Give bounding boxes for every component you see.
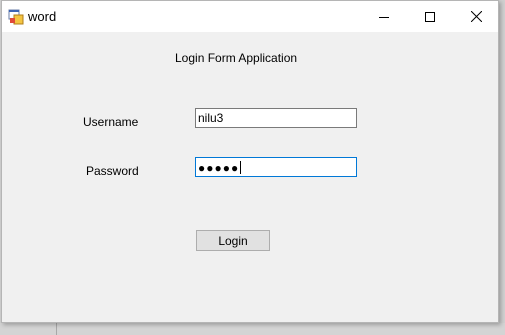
background-divider [56,323,57,335]
app-icon [8,9,24,25]
title-bar[interactable]: word [2,1,498,32]
window-title: word [28,9,57,24]
password-masked-value: ●●●●● [198,160,240,175]
text-caret [240,161,242,175]
login-window: word Login Form Application Username nil… [1,0,499,323]
desktop-background [0,323,505,335]
minimize-icon [379,16,389,18]
username-label: Username [83,115,139,129]
close-button[interactable] [453,1,499,32]
maximize-button[interactable] [407,1,453,32]
username-input[interactable]: nilu3 [195,108,357,128]
login-button[interactable]: Login [196,230,270,251]
password-input[interactable]: ●●●●● [195,157,357,177]
username-value: nilu3 [198,111,224,125]
password-label: Password [86,164,139,178]
maximize-icon [425,11,435,22]
minimize-button[interactable] [361,1,407,32]
form-heading: Login Form Application [175,51,298,65]
close-icon [470,11,482,22]
